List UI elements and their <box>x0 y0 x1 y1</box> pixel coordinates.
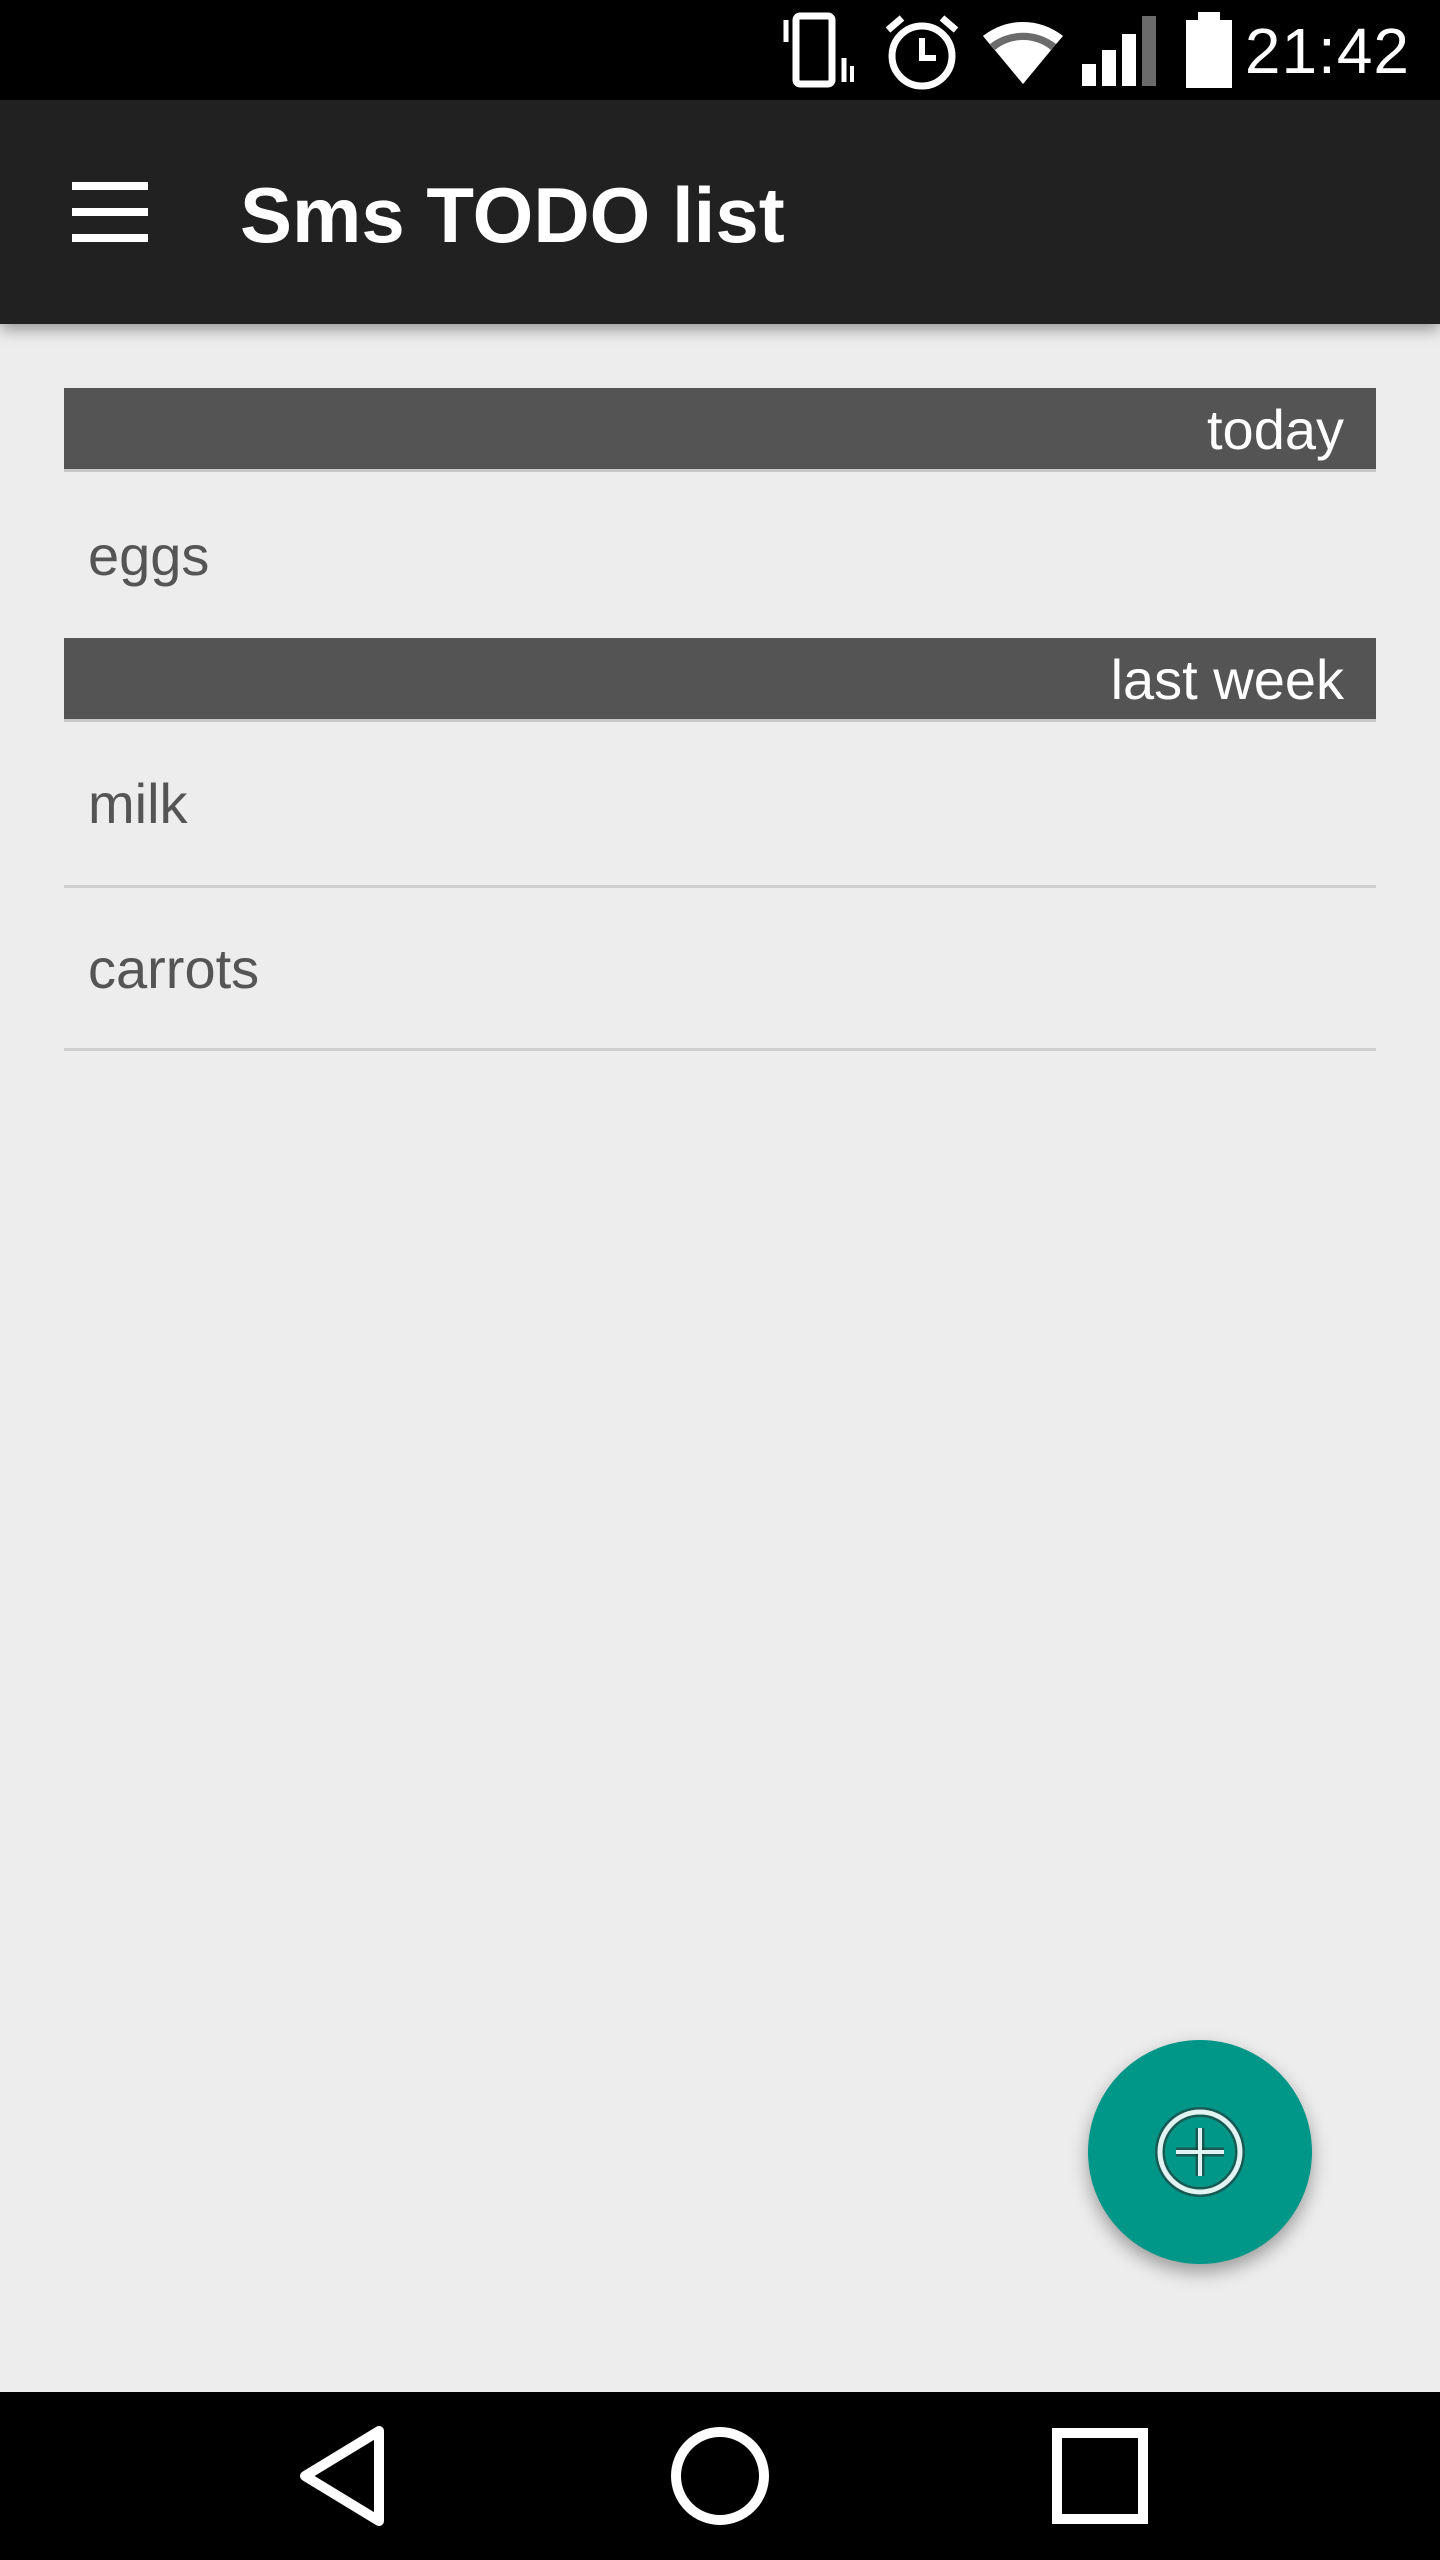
section-header-today: today <box>64 388 1376 472</box>
section-header-last-week: last week <box>64 638 1376 722</box>
app-title: Sms TODO list <box>240 171 785 259</box>
status-bar: 21:42 <box>0 0 1440 100</box>
list-item[interactable]: eggs <box>64 472 1376 638</box>
clock-time: 21:42 <box>1244 15 1410 87</box>
add-circle-icon <box>1155 2107 1245 2197</box>
hamburger-menu-icon[interactable] <box>60 172 160 252</box>
wifi-icon <box>978 12 1068 93</box>
app-bar: Sms TODO list <box>0 100 1440 324</box>
battery-icon <box>1182 12 1236 95</box>
todo-list: today eggs last week milk carrots <box>64 388 1376 1051</box>
recents-icon[interactable] <box>1020 2416 1180 2536</box>
list-item[interactable]: carrots <box>64 888 1376 1051</box>
signal-icon <box>1078 12 1164 93</box>
alarm-icon <box>880 12 964 97</box>
vibrate-icon <box>780 12 864 93</box>
navigation-bar <box>0 2392 1440 2560</box>
home-icon[interactable] <box>640 2416 800 2536</box>
list-item[interactable]: milk <box>64 722 1376 888</box>
add-item-button[interactable] <box>1088 2040 1312 2264</box>
back-icon[interactable] <box>262 2416 422 2536</box>
